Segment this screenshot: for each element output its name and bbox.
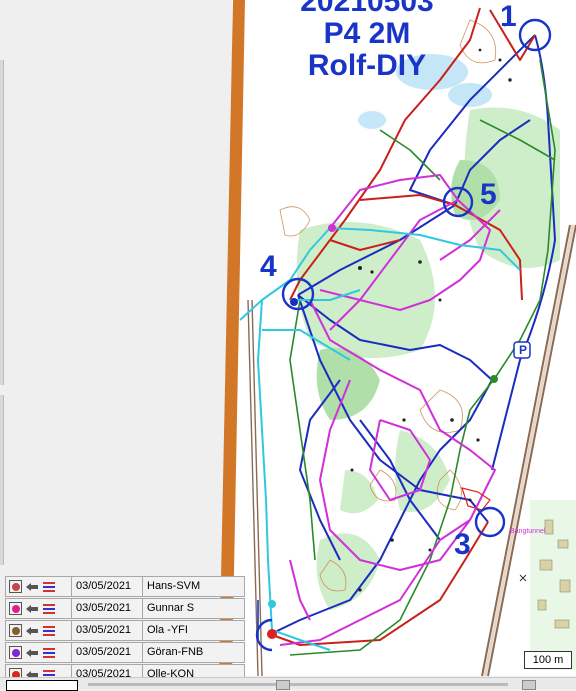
control-number-3: 3 <box>454 528 471 561</box>
legend-row[interactable]: 03/05/2021 Hans-SVM <box>5 576 245 597</box>
runner-legend: 03/05/2021 Hans-SVM 03/05/2021 Gunnar S … <box>5 576 245 686</box>
legend-row[interactable]: 03/05/2021 Gunnar S <box>5 598 245 619</box>
legend-row[interactable]: 03/05/2021 Ola -YFI <box>5 620 245 641</box>
legend-date: 03/05/2021 <box>71 621 142 640</box>
visibility-checkbox[interactable] <box>9 602 22 615</box>
legend-date: 03/05/2021 <box>71 643 142 662</box>
scale-bar: 100 m <box>524 651 572 669</box>
splits-list-icon[interactable] <box>42 581 56 593</box>
legend-row[interactable]: 03/05/2021 Göran-FNB <box>5 642 245 663</box>
legend-runner-name: Ola -YFI <box>142 621 244 640</box>
legend-date: 03/05/2021 <box>71 577 142 596</box>
legend-date: 03/05/2021 <box>71 599 142 618</box>
control-number-1: 1 <box>500 0 517 33</box>
legend-runner-name: Hans-SVM <box>142 577 244 596</box>
control-number-5: 5 <box>480 178 497 211</box>
timeline-slider-handle[interactable] <box>276 680 290 690</box>
time-display-box <box>6 680 78 691</box>
legend-runner-name: Göran-FNB <box>142 643 244 662</box>
splits-list-icon[interactable] <box>42 625 56 637</box>
event-date-code: 20210503 <box>300 0 434 18</box>
speed-slider-handle[interactable] <box>522 680 536 690</box>
replay-arrow-icon[interactable] <box>25 647 39 659</box>
visibility-checkbox[interactable] <box>9 624 22 637</box>
timeline-bar <box>0 677 576 691</box>
splits-list-icon[interactable] <box>42 603 56 615</box>
parking-label: P <box>518 343 527 357</box>
control-number-4: 4 <box>260 250 277 283</box>
replay-arrow-icon[interactable] <box>25 625 39 637</box>
splits-list-icon[interactable] <box>42 647 56 659</box>
visibility-checkbox[interactable] <box>9 646 22 659</box>
event-title-block: 20210503 P4 2M Rolf-DIY <box>282 0 452 82</box>
organizer-name: Rolf-DIY <box>307 49 427 82</box>
legend-runner-name: Gunnar S <box>142 599 244 618</box>
tunnel-label: Bangtunnel <box>510 528 546 535</box>
replay-arrow-icon[interactable] <box>25 603 39 615</box>
timeline-track[interactable] <box>88 683 508 686</box>
replay-arrow-icon[interactable] <box>25 581 39 593</box>
course-name: P4 2M <box>323 17 411 50</box>
visibility-checkbox[interactable] <box>9 580 22 593</box>
